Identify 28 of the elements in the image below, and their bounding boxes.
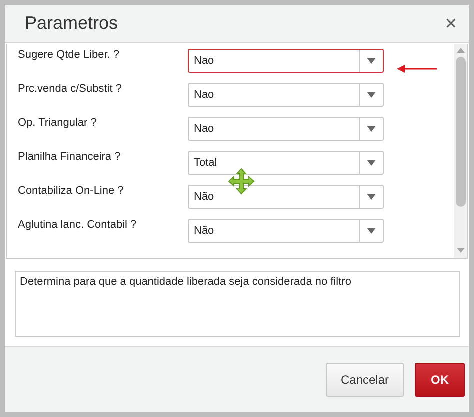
description-box: Determina para que a quantidade liberada seja considerada no filtro: [15, 271, 460, 337]
dropdown-field[interactable]: Nao: [188, 117, 384, 141]
caret-icon: [367, 126, 376, 132]
scroll-down-icon[interactable]: [456, 248, 464, 253]
parameter-label: Prc.venda c/Substit ?: [18, 83, 123, 95]
parameter-label: Aglutina lanc. Contabil ?: [18, 219, 138, 231]
ok-button[interactable]: OK: [415, 362, 465, 396]
scrollbar[interactable]: [454, 44, 467, 258]
caret-icon: [367, 194, 376, 200]
parameter-label: Sugere Qtde Liber. ?: [18, 49, 121, 61]
parameter-label: Planilha Financeira ?: [18, 151, 122, 163]
move-cursor-icon: [228, 168, 255, 195]
caret-icon: [367, 92, 376, 98]
dropdown-field[interactable]: Não: [188, 219, 384, 243]
cancel-button[interactable]: Cancelar: [326, 362, 404, 396]
dropdown-field[interactable]: Nao: [188, 83, 384, 107]
dialog-title: Parametros: [25, 13, 118, 34]
caret-icon: [367, 228, 376, 234]
dropdown-field[interactable]: Total: [188, 151, 384, 175]
caret-icon: [367, 58, 376, 64]
dropdown-field[interactable]: Não: [188, 185, 384, 209]
arrow-icon: [397, 65, 437, 73]
close-button[interactable]: ×: [445, 14, 457, 34]
dropdown-field[interactable]: Nao: [188, 49, 384, 73]
parameter-label: Op. Triangular ?: [18, 117, 98, 129]
parameter-label: Contabiliza On-Line ?: [18, 185, 125, 197]
caret-icon: [367, 160, 376, 166]
scroll-up-icon[interactable]: [456, 48, 464, 53]
